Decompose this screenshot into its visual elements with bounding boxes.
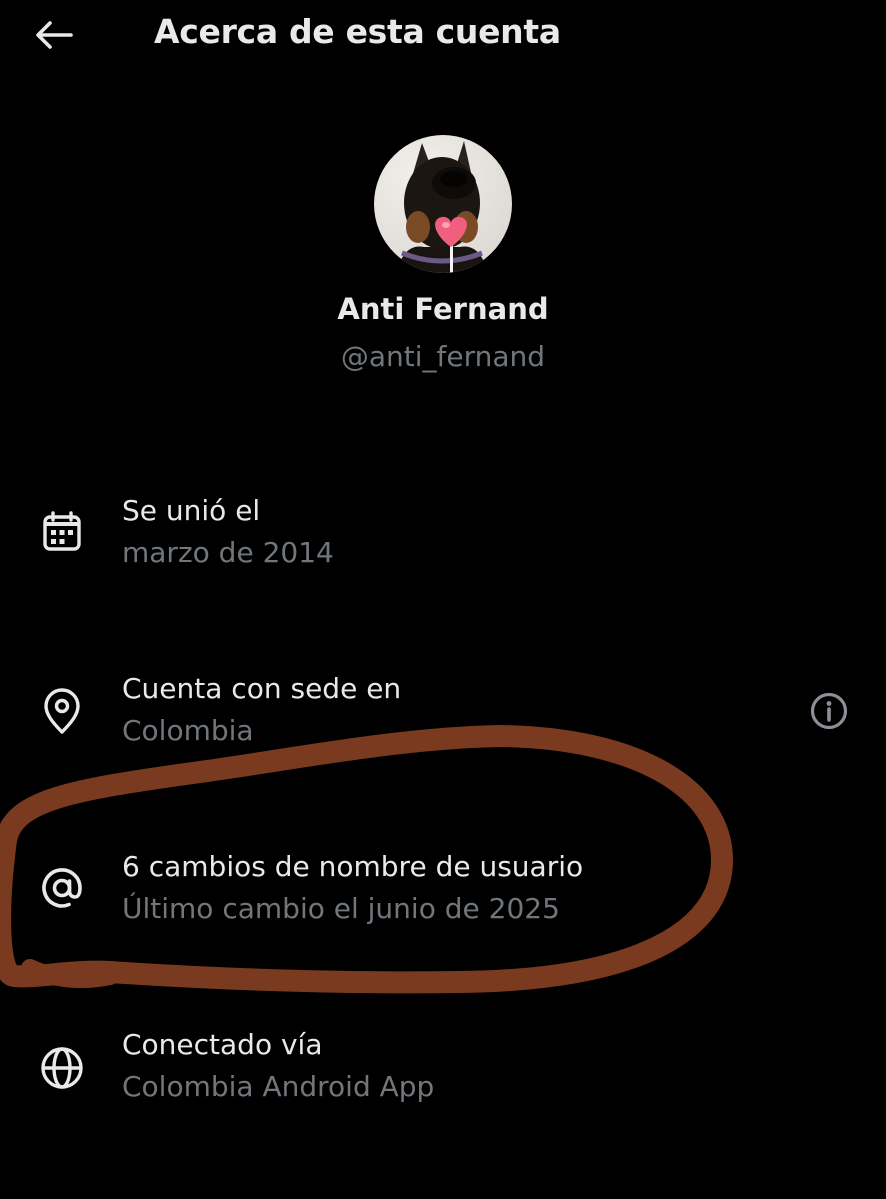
header-bar: Acerca de esta cuenta (0, 0, 886, 72)
globe-icon (38, 1044, 86, 1092)
location-pin-icon (38, 688, 86, 736)
connected-via-label: Conectado vía (122, 1028, 323, 1061)
detail-row-username-changes: 6 cambios de nombre de usuario Último ca… (0, 846, 886, 956)
info-icon (810, 692, 848, 730)
joined-value: marzo de 2014 (122, 536, 334, 569)
username-handle: @anti_fernand (340, 340, 546, 373)
location-value: Colombia (122, 714, 254, 747)
avatar[interactable] (374, 135, 512, 273)
arrow-left-icon (36, 21, 73, 49)
detail-row-location: Cuenta con sede en Colombia (0, 668, 886, 778)
page-title: Acerca de esta cuenta (154, 12, 561, 51)
display-name: Anti Fernand (337, 292, 549, 326)
username-changes-value: Último cambio el junio de 2025 (122, 892, 560, 925)
username-changes-label: 6 cambios de nombre de usuario (122, 850, 584, 883)
connected-via-value: Colombia Android App (122, 1070, 435, 1103)
at-sign-icon (38, 864, 86, 912)
location-label: Cuenta con sede en (122, 672, 402, 705)
location-info-button[interactable] (806, 688, 852, 734)
calendar-icon (38, 508, 86, 556)
detail-row-joined: Se unió el marzo de 2014 (0, 490, 886, 600)
detail-row-connected-via: Conectado vía Colombia Android App (0, 1024, 886, 1134)
avatar-image (374, 135, 512, 273)
back-button[interactable] (30, 12, 78, 58)
joined-label: Se unió el (122, 494, 261, 527)
